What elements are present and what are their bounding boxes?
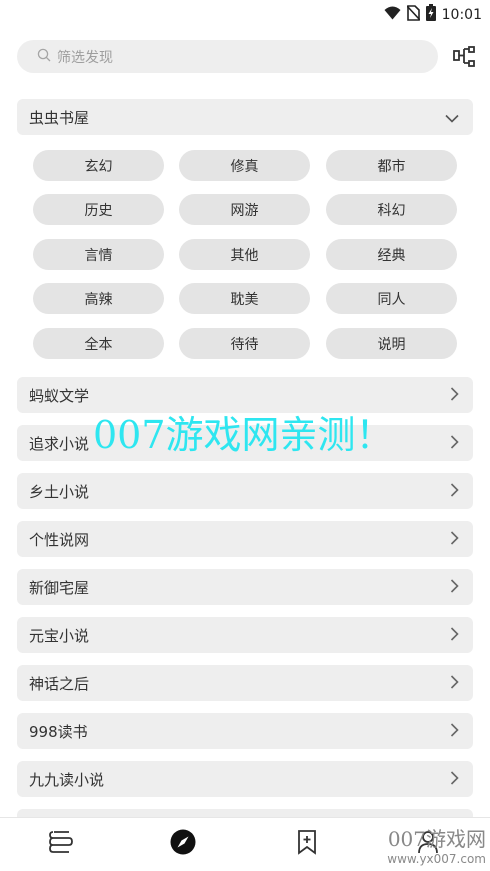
source-row-label: 蚂蚁文学 <box>29 386 90 405</box>
tag-chip[interactable]: 同人 <box>326 283 457 314</box>
tag-chip[interactable]: 全本 <box>33 328 164 359</box>
source-row-label: 元宝小说 <box>29 626 90 645</box>
chevron-right-icon <box>450 674 459 693</box>
status-icons: 10:01 <box>384 4 482 25</box>
tag-chip[interactable]: 言情 <box>33 239 164 270</box>
source-row-label: 九九读小说 <box>29 770 105 789</box>
tag-chip[interactable]: 修真 <box>179 150 310 181</box>
tag-chip[interactable]: 高辣 <box>33 283 164 314</box>
source-tree-icon <box>451 46 477 75</box>
source-row[interactable]: 个性说网 <box>17 521 473 557</box>
tag-chip[interactable]: 其他 <box>179 239 310 270</box>
chevron-right-icon <box>450 770 459 789</box>
search-placeholder: 筛选发现 <box>57 49 113 66</box>
nav-bookmark[interactable] <box>293 830 321 858</box>
status-time: 10:01 <box>441 6 482 23</box>
chevron-down-icon <box>445 108 459 127</box>
corner-watermark: 007游戏网 www.yx007.com <box>387 823 486 866</box>
watermark-text: 007游戏网亲测！ <box>93 413 394 457</box>
tag-chip[interactable]: 都市 <box>326 150 457 181</box>
battery-charging-icon <box>425 4 436 25</box>
tag-chip[interactable]: 说明 <box>326 328 457 359</box>
source-tree-button[interactable] <box>451 45 477 71</box>
source-row[interactable]: 元宝小说 <box>17 617 473 653</box>
source-row-label: 新御宅屋 <box>29 578 90 597</box>
chevron-right-icon <box>450 434 459 453</box>
source-row[interactable]: 神话之后 <box>17 665 473 701</box>
chevron-right-icon <box>450 386 459 405</box>
tag-chip[interactable]: 待待 <box>179 328 310 359</box>
source-row-label: 998读书 <box>29 722 88 741</box>
tag-chip[interactable]: 科幻 <box>326 194 457 225</box>
corner-watermark-url: www.yx007.com <box>387 852 486 866</box>
chevron-right-icon <box>450 530 459 549</box>
nav-bookshelf[interactable] <box>47 830 75 858</box>
tag-chip[interactable]: 经典 <box>326 239 457 270</box>
tag-chip[interactable]: 玄幻 <box>33 150 164 181</box>
source-row-label: 个性说网 <box>29 530 90 549</box>
nav-discover[interactable] <box>169 828 197 860</box>
search-input[interactable]: 筛选发现 <box>17 40 438 73</box>
no-sim-icon <box>406 4 421 25</box>
source-row-label: 追求小说 <box>29 434 90 453</box>
chevron-right-icon <box>450 482 459 501</box>
search-icon <box>37 47 51 66</box>
chevron-right-icon <box>450 578 459 597</box>
source-row[interactable]: 998读书 <box>17 713 473 749</box>
compass-icon <box>169 828 197 860</box>
tag-chip[interactable]: 耽美 <box>179 283 310 314</box>
source-row[interactable]: 新御宅屋 <box>17 569 473 605</box>
bookmark-add-icon <box>295 829 319 859</box>
source-row[interactable]: 乡土小说 <box>17 473 473 509</box>
source-group-title: 虫虫书屋 <box>29 108 90 127</box>
source-row-partial[interactable] <box>17 809 473 817</box>
status-bar: 10:01 <box>0 0 490 28</box>
bookshelf-icon <box>48 829 74 859</box>
source-row[interactable]: 九九读小说 <box>17 761 473 797</box>
tag-chip[interactable]: 历史 <box>33 194 164 225</box>
source-row-label: 乡土小说 <box>29 482 90 501</box>
corner-watermark-title: 007游戏网 <box>387 827 486 851</box>
tag-chip[interactable]: 网游 <box>179 194 310 225</box>
source-row-label: 神话之后 <box>29 674 90 693</box>
chevron-right-icon <box>450 626 459 645</box>
chevron-right-icon <box>450 722 459 741</box>
wifi-icon <box>384 5 401 24</box>
source-group-header[interactable]: 虫虫书屋 <box>17 99 473 135</box>
